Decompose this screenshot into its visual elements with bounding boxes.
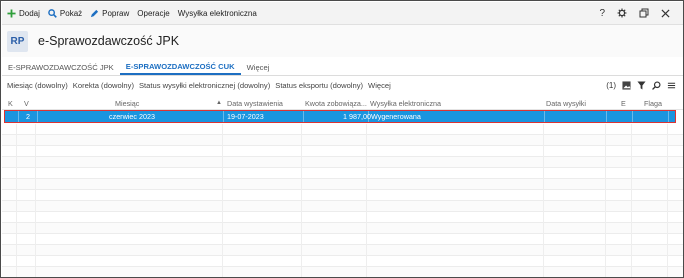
search-icon xyxy=(48,8,57,18)
col-k[interactable]: K xyxy=(8,96,13,110)
cell-amount: 1 987,00 xyxy=(343,112,371,121)
plus-icon xyxy=(7,8,16,18)
pencil-icon xyxy=(91,9,99,17)
efiling-menu[interactable]: Wysyłka elektroniczna xyxy=(178,9,257,18)
filter-correction[interactable]: Korekta (dowolny) xyxy=(73,81,134,90)
empty-row xyxy=(2,146,683,157)
col-amount[interactable]: Kwota zobowiąza... xyxy=(305,96,367,110)
filter-bar: Miesiąc (dowolny) Korekta (dowolny) Stat… xyxy=(2,77,683,94)
col-send-date[interactable]: Data wysyłki xyxy=(546,96,586,110)
show-button-label: Pokaż xyxy=(59,8,83,18)
grid-header: K V Miesiąc ▲ Data wystawienia Kwota zob… xyxy=(2,96,683,110)
filter-efiling-status[interactable]: Status wysyłki elektronicznej (dowolny) xyxy=(139,81,270,90)
edit-button[interactable]: Popraw xyxy=(90,9,129,18)
empty-row xyxy=(2,223,683,234)
edit-button-label: Popraw xyxy=(102,8,130,18)
empty-row xyxy=(2,168,683,179)
empty-row xyxy=(2,201,683,212)
tab-jpk[interactable]: E-SPRAWOZDAWCZOŚĆ JPK xyxy=(2,59,120,75)
cell-issue-date: 19-07-2023 xyxy=(227,112,264,121)
column-divider xyxy=(667,124,668,277)
filter-month[interactable]: Miesiąc (dowolny) xyxy=(7,81,68,90)
tab-more[interactable]: Więcej xyxy=(241,59,276,75)
column-divider xyxy=(631,124,632,277)
efiling-menu-label: Wysyłka elektroniczna xyxy=(177,8,257,18)
column-divider xyxy=(16,124,17,277)
column-divider xyxy=(301,124,302,277)
empty-row xyxy=(2,234,683,245)
cell-month: czerwiec 2023 xyxy=(109,112,155,121)
search-icon[interactable] xyxy=(652,81,661,90)
cell-v: 2 xyxy=(26,112,30,121)
menu-icon[interactable] xyxy=(667,81,676,90)
col-e[interactable]: E xyxy=(621,96,626,110)
operations-menu-label: Operacje xyxy=(137,8,170,18)
column-divider xyxy=(222,124,223,277)
image-icon[interactable] xyxy=(622,81,631,90)
app-icon: RP xyxy=(7,30,28,52)
col-efiling[interactable]: Wysyłka elektroniczna xyxy=(370,96,441,110)
tab-bar: E-SPRAWOZDAWCZOŚĆ JPK E-SPRAWOZDAWCZOŚĆ … xyxy=(2,57,683,76)
page-header: RP e-Sprawozdawczość JPK xyxy=(2,25,683,57)
column-divider xyxy=(543,124,544,277)
empty-row xyxy=(2,124,683,135)
empty-row xyxy=(2,190,683,201)
empty-row xyxy=(2,267,683,277)
page-title: e-Sprawozdawczość JPK xyxy=(38,34,180,48)
col-month[interactable]: Miesiąc xyxy=(115,96,139,110)
funnel-icon[interactable] xyxy=(637,81,646,90)
tab-cuk[interactable]: E-SPRAWOZDAWCZOŚĆ CUK xyxy=(119,59,241,75)
help-icon[interactable]: ? xyxy=(599,8,605,19)
column-divider xyxy=(35,124,36,277)
empty-row xyxy=(2,157,683,168)
col-issue-date[interactable]: Data wystawienia xyxy=(227,96,283,110)
empty-row xyxy=(2,245,683,256)
column-divider xyxy=(366,124,367,277)
toolbar: Dodaj Pokaż Popraw Operacje Wysyłka elek… xyxy=(2,2,683,25)
window-controls: ? xyxy=(587,2,670,24)
col-flag[interactable]: Flaga xyxy=(644,96,662,110)
gear-icon[interactable] xyxy=(617,8,627,18)
column-divider xyxy=(605,124,606,277)
show-button[interactable]: Pokaż xyxy=(48,9,82,18)
add-button[interactable]: Dodaj xyxy=(7,9,40,18)
filter-more[interactable]: Więcej xyxy=(368,81,391,90)
filter-export-status[interactable]: Status eksportu (dowolny) xyxy=(275,81,363,90)
empty-row xyxy=(2,135,683,146)
empty-row xyxy=(2,256,683,267)
filter-count: (1) xyxy=(606,81,616,90)
table-row[interactable]: 2 czerwiec 2023 19-07-2023 1 987,00 Wyge… xyxy=(4,110,676,123)
app-window: Dodaj Pokaż Popraw Operacje Wysyłka elek… xyxy=(0,0,684,278)
empty-row xyxy=(2,179,683,190)
grid-tools: (1) xyxy=(600,77,676,94)
sort-up-icon: ▲ xyxy=(216,100,222,106)
restore-window-icon[interactable] xyxy=(639,8,649,18)
close-icon[interactable] xyxy=(661,8,670,18)
add-button-label: Dodaj xyxy=(19,8,40,18)
operations-menu[interactable]: Operacje xyxy=(137,9,169,18)
cell-efiling: Wygenerowana xyxy=(371,112,421,121)
empty-row xyxy=(2,212,683,223)
col-v[interactable]: V xyxy=(24,96,29,110)
